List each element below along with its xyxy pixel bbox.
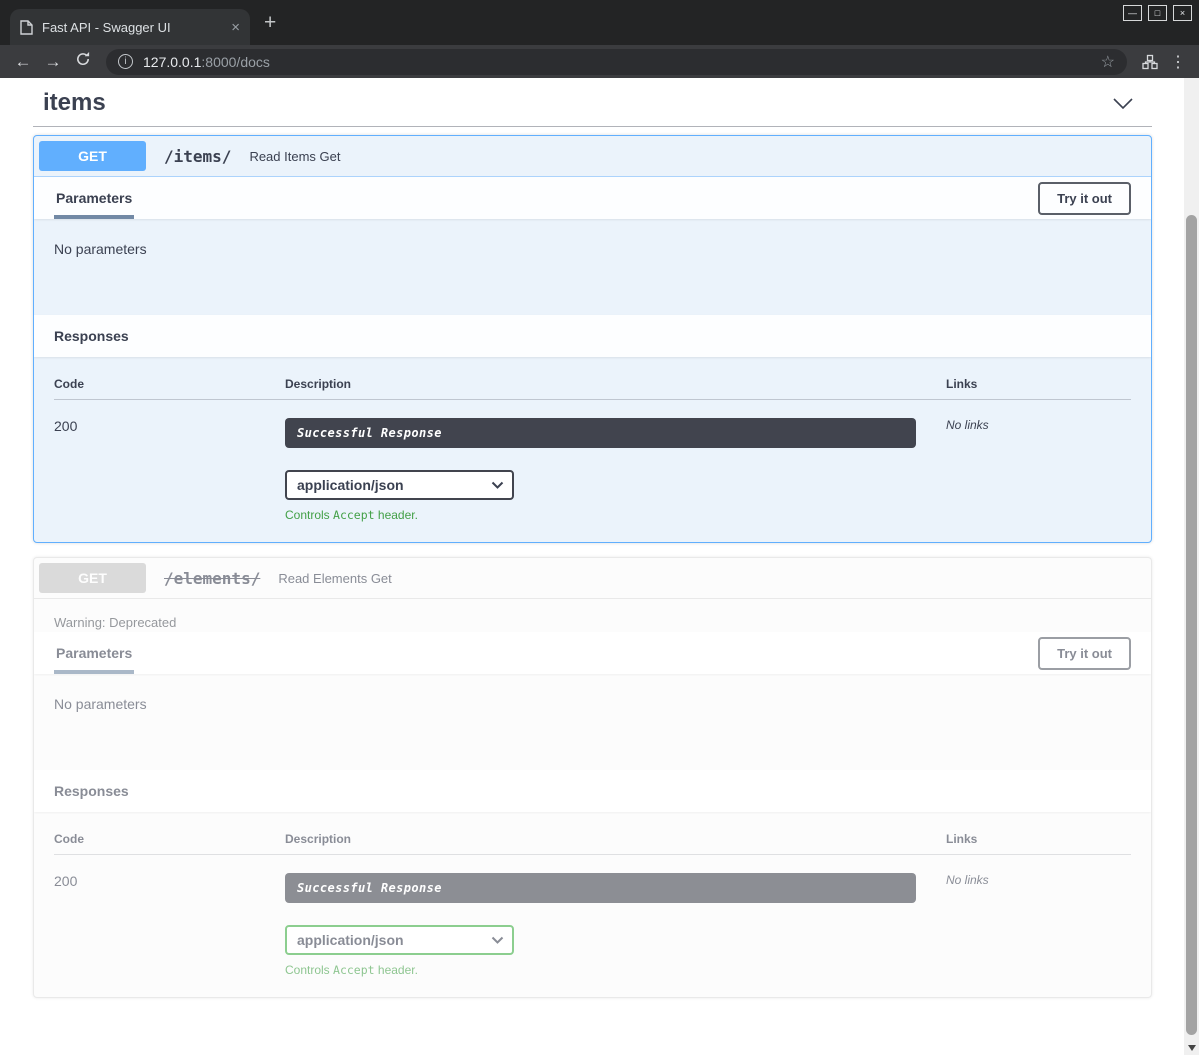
parameters-body: No parameters [34, 219, 1151, 315]
url-host: 127.0.0.1 [143, 54, 201, 70]
extension-icon[interactable] [1135, 54, 1165, 70]
deprecated-warning: Warning: Deprecated [34, 599, 1151, 632]
accept-note-suffix: header. [375, 963, 418, 977]
url-text: 127.0.0.1:8000/docs [143, 54, 270, 70]
endpoint-summary: Read Elements Get [270, 571, 391, 586]
endpoint-summary: Read Items Get [241, 149, 340, 164]
responses-title: Responses [54, 783, 129, 799]
window-controls: — □ × [1123, 5, 1192, 21]
accept-note-suffix: header. [375, 508, 418, 522]
accept-note-prefix: Controls [285, 508, 333, 522]
opblock-summary[interactable]: GET /items/ Read Items Get [34, 136, 1151, 177]
site-info-icon[interactable]: i [118, 54, 133, 69]
tab-title: Fast API - Swagger UI [42, 20, 222, 35]
response-description-cell: Successful Response application/json [285, 400, 946, 522]
forward-icon[interactable]: → [38, 52, 68, 72]
response-description: Successful Response [285, 418, 916, 448]
address-bar[interactable]: i 127.0.0.1:8000/docs ☆ [106, 49, 1127, 75]
responses-header: Responses [34, 770, 1151, 812]
parameters-header: Parameters Try it out [34, 632, 1151, 674]
endpoint-path: /elements/ [156, 569, 260, 588]
media-type-select[interactable]: application/json [285, 925, 514, 955]
maximize-button[interactable]: □ [1148, 5, 1167, 21]
column-header-links: Links [946, 377, 1131, 400]
try-it-out-button[interactable]: Try it out [1038, 182, 1131, 215]
close-button[interactable]: × [1173, 5, 1192, 21]
opblock-summary[interactable]: GET /elements/ Read Elements Get [34, 558, 1151, 599]
responses-table: Code Description Links 200 Successful Re… [34, 357, 1151, 542]
vertical-scrollbar[interactable] [1184, 78, 1199, 1055]
column-header-code: Code [54, 832, 285, 855]
accept-note-prefix: Controls [285, 963, 333, 977]
response-code: 200 [54, 400, 285, 522]
new-tab-button[interactable]: + [264, 11, 276, 35]
column-header-description: Description [285, 832, 946, 855]
parameters-header: Parameters Try it out [34, 177, 1151, 219]
no-parameters-text: No parameters [54, 241, 1131, 257]
opblock-get-items: GET /items/ Read Items Get Parameters Tr… [33, 135, 1152, 543]
chevron-down-icon[interactable] [1112, 97, 1134, 110]
browser-tab[interactable]: Fast API - Swagger UI × [10, 9, 250, 45]
column-header-links: Links [946, 832, 1131, 855]
http-method-badge: GET [39, 563, 146, 593]
http-method-badge: GET [39, 141, 146, 171]
no-parameters-text: No parameters [54, 696, 1131, 712]
tab-close-icon[interactable]: × [231, 20, 240, 35]
browser-menu-icon[interactable]: ⋮ [1165, 52, 1191, 72]
responses-title: Responses [54, 328, 129, 344]
responses-table: Code Description Links 200 Successful Re… [34, 812, 1151, 997]
parameters-tab: Parameters [54, 177, 134, 219]
url-path: :8000/docs [201, 54, 270, 70]
bookmark-star-icon[interactable]: ☆ [1101, 52, 1115, 72]
minimize-button[interactable]: — [1123, 5, 1142, 21]
response-links: No links [946, 855, 1131, 977]
accept-header-note: Controls Accept header. [285, 508, 946, 522]
endpoint-path: /items/ [156, 147, 231, 166]
response-description: Successful Response [285, 873, 916, 903]
reload-icon[interactable] [68, 51, 98, 72]
try-it-out-button[interactable]: Try it out [1038, 637, 1131, 670]
accept-note-code: Accept [333, 508, 375, 522]
tag-section-title: items [43, 89, 106, 117]
opblock-get-elements-deprecated: GET /elements/ Read Elements Get Warning… [33, 557, 1152, 998]
column-header-description: Description [285, 377, 946, 400]
scrollbar-down-arrow-icon[interactable] [1188, 1045, 1196, 1051]
response-code: 200 [54, 855, 285, 977]
parameters-tab: Parameters [54, 632, 134, 674]
media-type-select[interactable]: application/json [285, 470, 514, 500]
response-links: No links [946, 400, 1131, 522]
responses-header: Responses [34, 315, 1151, 357]
column-header-code: Code [54, 377, 285, 400]
tag-section-header[interactable]: items [33, 80, 1152, 127]
scrollbar-thumb[interactable] [1186, 215, 1197, 1035]
parameters-body: No parameters [34, 674, 1151, 770]
accept-note-code: Accept [333, 963, 375, 977]
accept-header-note: Controls Accept header. [285, 963, 946, 977]
response-description-cell: Successful Response application/json [285, 855, 946, 977]
back-icon[interactable]: ← [8, 52, 38, 72]
window-titlebar: Fast API - Swagger UI × + — □ × [0, 0, 1199, 45]
browser-toolbar: ← → i 127.0.0.1:8000/docs ☆ ⋮ [0, 45, 1199, 78]
page-favicon-icon [20, 20, 33, 35]
swagger-page: items GET /items/ Read Items Get Paramet… [0, 78, 1184, 1055]
